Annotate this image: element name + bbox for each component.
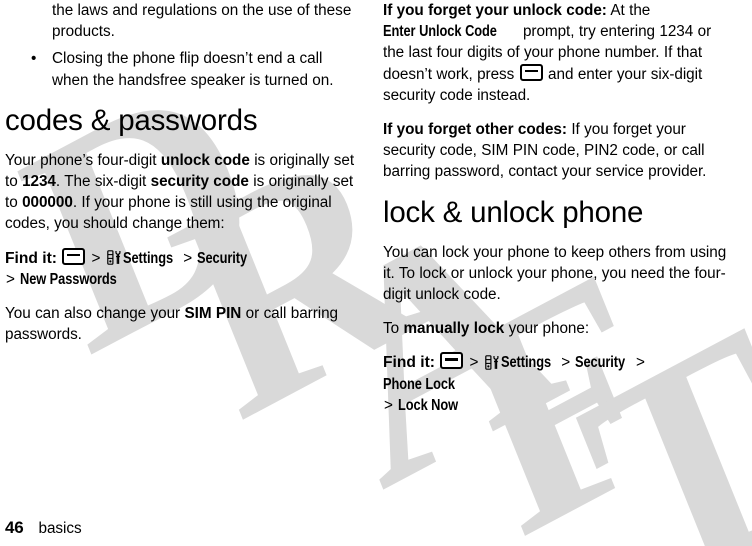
page-number: 46 [5, 518, 24, 537]
section-heading-lock-unlock-phone: lock & unlock phone [383, 195, 644, 229]
list-item: • Closing the phone flip doesn’t end a c… [5, 48, 357, 90]
chapter-name: basics [38, 520, 82, 537]
menu-key-icon [440, 352, 464, 370]
chevron-separator: > [91, 249, 101, 267]
chevron-separator: > [183, 249, 193, 267]
bullet-continuation-text: the laws and regulations on the use of t… [52, 2, 352, 41]
find-it-step-lock-now: Lock Now [398, 396, 459, 414]
value-default-unlock-code: 1234 [22, 173, 56, 191]
value-default-security-code: 000000 [22, 194, 73, 212]
list-item-label: Closing the phone flip doesn’t end a cal… [52, 50, 334, 89]
screen-label-enter-unlock-code: Enter Unlock Code [383, 23, 497, 41]
lead-in-forgot-unlock-code: If you forget your unlock code: [383, 2, 607, 19]
section-heading-codes-passwords: codes & passwords [5, 103, 258, 137]
find-it-label: Find it: [383, 354, 435, 372]
paragraph-sim-pin: You can also change your SIM PIN or call… [5, 303, 357, 345]
find-it-path-lock-now: Find it: > Settings > Security > Phone Loc… [383, 352, 735, 416]
bullet-list: • Closing the phone flip doesn’t end a c… [5, 48, 357, 90]
settings-icon [106, 250, 121, 265]
term-security-code: security code [150, 173, 249, 191]
bullet-dot-icon: • [31, 50, 37, 68]
chevron-separator: > [469, 354, 479, 372]
right-column: If you forget your unlock code: At the E… [383, 0, 735, 429]
text-run: At the [606, 2, 651, 19]
find-it-step-security: Security [197, 249, 248, 267]
menu-key-icon [519, 63, 543, 81]
find-it-step-settings: Settings [122, 249, 173, 267]
text-run: . The six-digit [55, 173, 151, 191]
page-content: the laws and regulations on the use of t… [0, 0, 752, 546]
chevron-separator: > [561, 354, 571, 372]
find-it-step-phone-lock: Phone Lock [383, 375, 455, 393]
paragraph-lock-intro: You can lock your phone to keep others f… [383, 243, 727, 304]
chevron-separator: > [384, 396, 393, 414]
text-run: You can also change your [5, 305, 185, 323]
find-it-step-new-passwords: New Passwords [20, 270, 117, 288]
manual-page: D R A F T the laws and regulations on th… [0, 0, 752, 546]
find-it-step-security: Security [575, 354, 626, 372]
paragraph-manually-lock: To manually lock your phone: [383, 318, 735, 339]
find-it-label: Find it: [5, 249, 57, 267]
text-run: To [383, 320, 404, 338]
find-it-path-new-passwords: Find it: > Settings > Security > New Passw… [5, 247, 357, 290]
term-unlock-code: unlock code [160, 151, 250, 169]
term-manually-lock: manually lock [403, 320, 505, 338]
paragraph-forgot-other-codes: If you forget other codes: If you forget… [383, 119, 735, 183]
chevron-separator: > [6, 270, 15, 288]
paragraph-codes-intro: Your phone’s four-digit unlock code is o… [5, 150, 357, 235]
chevron-separator: > [635, 354, 645, 372]
text-run: Your phone’s four-digit [5, 151, 161, 169]
menu-key-icon [62, 247, 86, 265]
term-sim-pin: SIM PIN [184, 305, 242, 323]
page-footer: 46 basics [5, 518, 82, 538]
text-run: your phone: [504, 320, 590, 338]
settings-icon [484, 355, 499, 370]
left-column: the laws and regulations on the use of t… [5, 0, 357, 358]
paragraph-forgot-unlock-code: If you forget your unlock code: At the E… [383, 0, 735, 106]
find-it-step-settings: Settings [500, 354, 551, 372]
lead-in-forgot-other-codes: If you forget other codes: [383, 121, 567, 139]
